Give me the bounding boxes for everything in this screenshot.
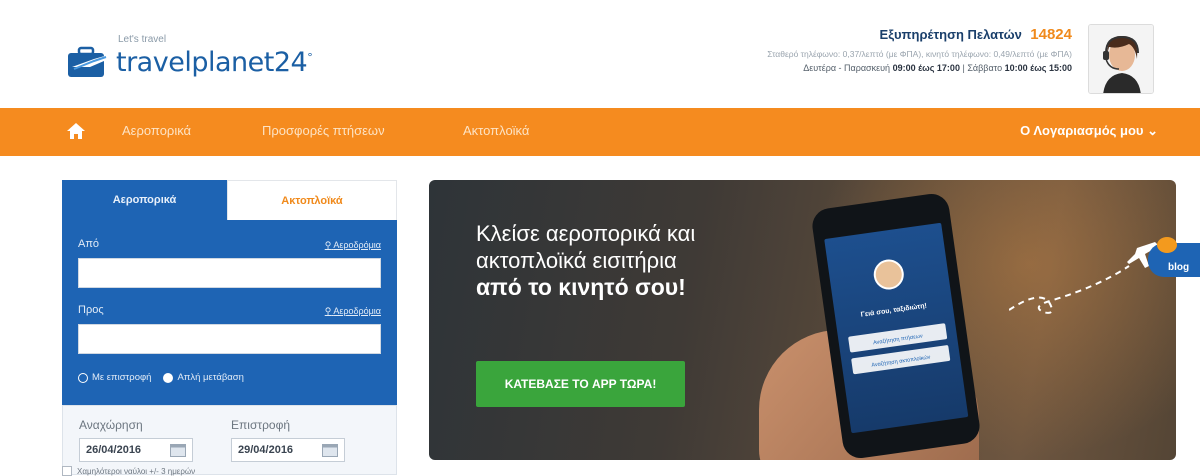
chevron-down-icon: ⌄ [1147, 123, 1158, 138]
round-trip-radio[interactable] [78, 372, 88, 383]
from-input[interactable] [78, 258, 381, 288]
departure-label: Αναχώρηση [79, 418, 143, 432]
flight-search-form: Από ⚲ Αεροδρόμια Προς ⚲ Αεροδρόμια Με επ… [62, 220, 397, 405]
search-icon: ⚲ [324, 306, 332, 316]
nav-item-flights[interactable]: Αεροπορικά [122, 123, 191, 138]
search-icon: ⚲ [324, 240, 332, 250]
logo-tagline: Let's travel [118, 34, 167, 45]
to-label: Προς [78, 304, 104, 316]
phone-greeting: Γειά σου, ταξιδιώτη! [860, 303, 927, 319]
tab-ferries[interactable]: Ακτοπλοϊκά [227, 180, 397, 220]
tab-flights[interactable]: Αεροπορικά [62, 180, 227, 220]
main-navigation: Αεροπορικά Προσφορές πτήσεων Ακτοπλοϊκά … [0, 108, 1200, 156]
banner-headline: Κλείσε αεροπορικά και ακτοπλοϊκά εισιτήρ… [476, 221, 696, 300]
flexible-dates-label: Χαμηλότεροι ναύλοι +/- 3 ημερών [77, 466, 196, 476]
from-airports-link[interactable]: ⚲ Αεροδρόμια [325, 240, 381, 251]
round-trip-label[interactable]: Με επιστροφή [92, 372, 151, 383]
trip-type-options: Με επιστροφή Απλή μετάβαση [78, 372, 244, 383]
support-phone-number[interactable]: 14824 [1030, 26, 1072, 43]
one-way-label[interactable]: Απλή μετάβαση [177, 372, 244, 383]
my-account-menu[interactable]: Ο Λογαριασμός μου ⌄ [1020, 123, 1158, 139]
search-tabs: Αεροπορικά Ακτοπλοϊκά [62, 180, 397, 220]
departure-date-input[interactable]: 26/04/2016 [79, 438, 193, 462]
app-promo-banner[interactable]: Κλείσε αεροπορικά και ακτοπλοϊκά εισιτήρ… [429, 180, 1176, 460]
logo-name: travelplanet24° [116, 47, 313, 78]
to-airports-link[interactable]: ⚲ Αεροδρόμια [325, 306, 381, 317]
phone-screen: Γειά σου, ταξιδιώτη! Αναζήτηση πτήσεων Α… [824, 222, 969, 434]
return-date-input[interactable]: 29/04/2016 [231, 438, 345, 462]
download-app-button[interactable]: ΚΑΤΕΒΑΣΕ ΤΟ APP ΤΩΡΑ! [476, 361, 685, 407]
support-call-rates: Σταθερό τηλέφωνο: 0,37/λεπτό (με ΦΠΑ), κ… [767, 49, 1072, 59]
plane-path-illustration [1009, 242, 1159, 314]
support-hours: Δευτέρα - Παρασκευή 09:00 έως 17:00 | Σά… [803, 63, 1072, 73]
nav-item-flight-deals[interactable]: Προσφορές πτήσεων [262, 123, 385, 138]
home-icon[interactable] [66, 122, 86, 140]
one-way-radio[interactable] [163, 372, 174, 383]
support-title: Εξυπηρέτηση Πελατών [879, 27, 1022, 42]
search-panel: Αεροπορικά Ακτοπλοϊκά Από ⚲ Αεροδρόμια Π… [62, 180, 397, 476]
site-header: Let's travel travelplanet24° Εξυπηρέτηση… [0, 0, 1200, 108]
dates-section: Αναχώρηση Επιστροφή 26/04/2016 29/04/201… [62, 405, 397, 475]
to-input[interactable] [78, 324, 381, 354]
calendar-icon[interactable] [170, 443, 186, 457]
calendar-icon[interactable] [322, 443, 338, 457]
from-label: Από [78, 238, 100, 250]
site-logo[interactable]: Let's travel travelplanet24° [64, 34, 313, 79]
blog-label[interactable]: blog [1168, 262, 1189, 273]
support-agent-avatar [1088, 24, 1154, 94]
chat-bubble-icon [1157, 237, 1177, 253]
suitcase-plane-icon [64, 45, 112, 79]
customer-support-info: Εξυπηρέτηση Πελατών 14824 Σταθερό τηλέφω… [767, 26, 1072, 73]
return-label: Επιστροφή [231, 418, 291, 432]
nav-item-ferries[interactable]: Ακτοπλοϊκά [463, 123, 529, 138]
